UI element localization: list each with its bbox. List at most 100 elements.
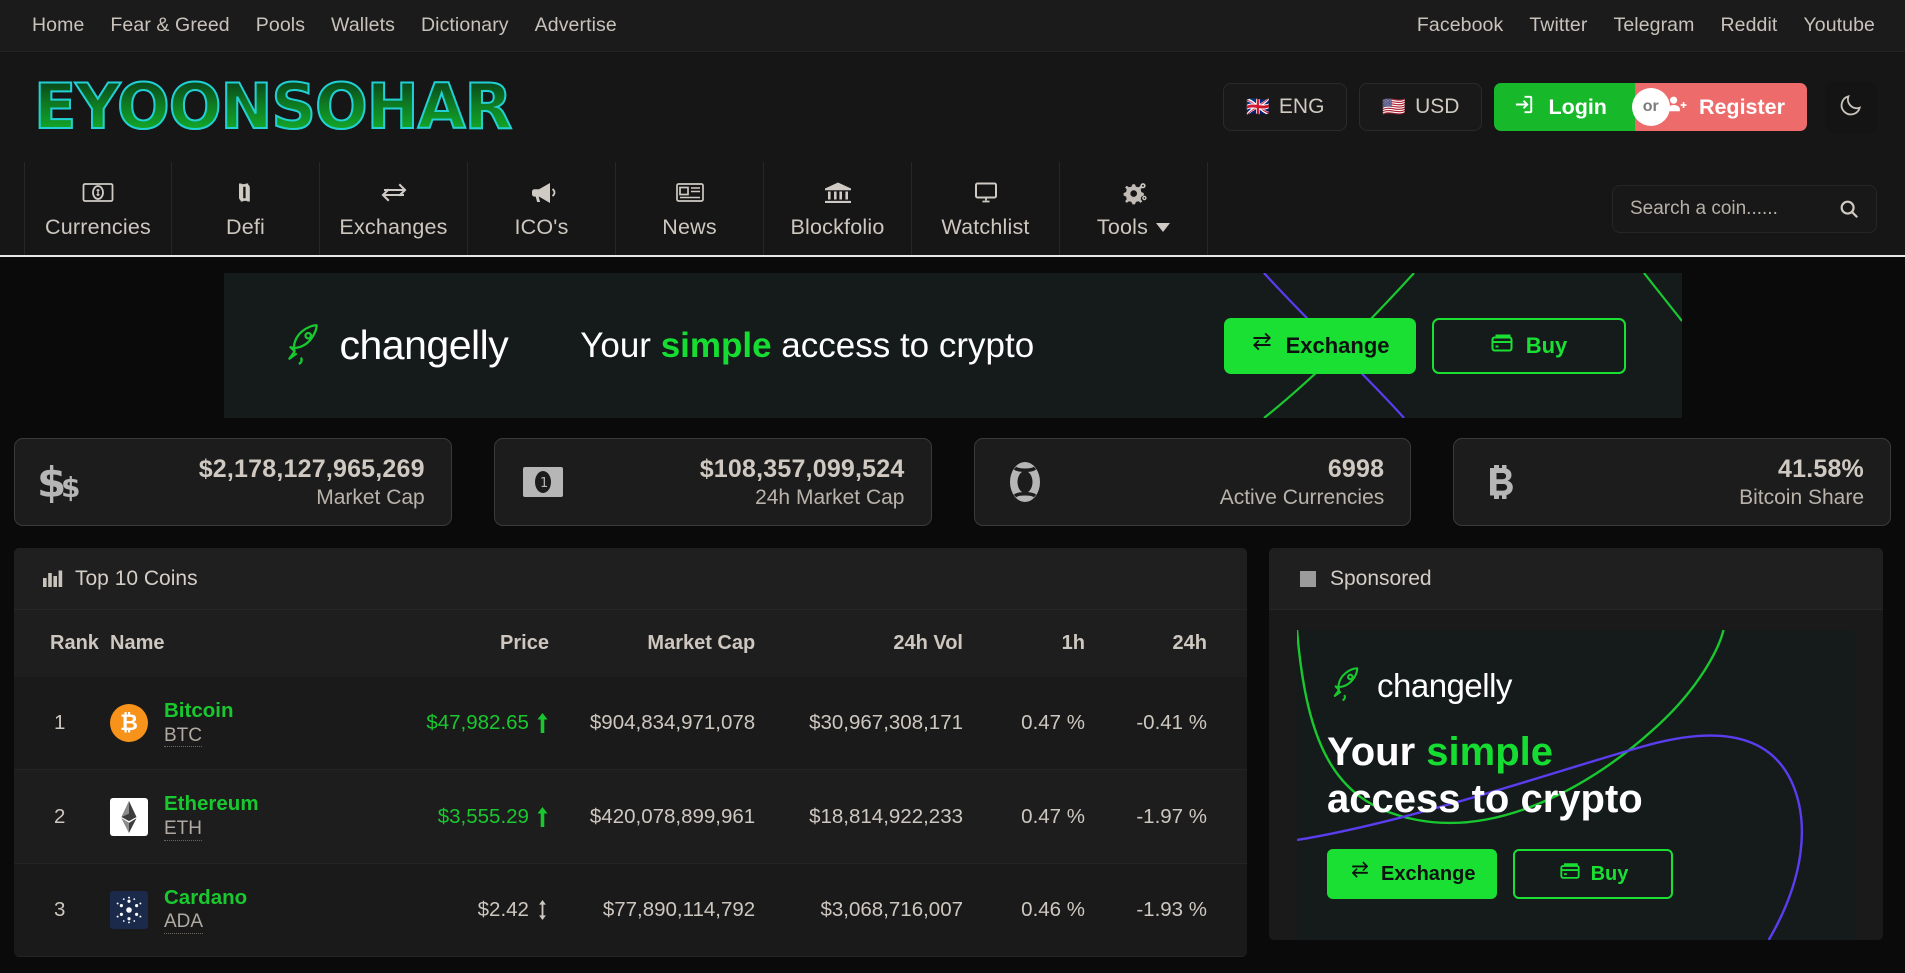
topbar-left-links: Home Fear & Greed Pools Wallets Dictiona… [24,14,630,37]
top-coins-header: Top 10 Coins [14,548,1247,610]
language-selector[interactable]: 🇬🇧 ENG [1223,83,1348,131]
us-flag-icon: 🇺🇸 [1382,96,1407,118]
coin-meta: Cardano ADA [164,886,247,935]
banner-buy-button[interactable]: Buy [1431,317,1626,374]
cell-name: ₿ Bitcoin BTC [110,677,410,771]
cell-24h-change: -0.41 % [1117,677,1247,771]
stat-card-active-currencies: 6998 Active Currencies [973,438,1412,526]
stat-card-market-cap: $ $ $2,178,127,965,269 Market Cap [14,438,452,526]
changelly-sponsored-ad[interactable]: changelly Your simple access to crypto E… [1297,630,1855,940]
top-coins-title: Top 10 Coins [75,566,198,590]
exchange-arrows-icon [1349,860,1371,888]
topbar-link-home[interactable]: Home [24,14,97,37]
cell-rank: 2 [14,769,110,864]
square-icon [1297,568,1319,590]
coin-cell: Cardano ADA [110,886,410,935]
table-row[interactable]: 3 Cardano ADA $2.42 $77,890,114,792 $3,0… [14,863,1247,958]
banner-exchange-button[interactable]: Exchange [1223,317,1416,374]
top-coins-table: Rank Name Price Market Cap 24h Vol 1h 24… [14,610,1247,958]
moon-icon [1838,92,1864,123]
sponsored-tagline-line1: Your simple [1327,729,1825,776]
nav-items: Currencies Defi Exchanges ICO's News Blo… [0,162,1208,255]
changelly-banner[interactable]: changelly Your simple access to crypto E… [223,273,1682,418]
price-value: $47,982.65 [426,711,529,735]
page-root: Home Fear & Greed Pools Wallets Dictiona… [0,0,1905,973]
coin-name[interactable]: Cardano [164,886,247,910]
col-header-24h-vol[interactable]: 24h Vol [787,610,997,677]
language-label: ENG [1278,95,1325,118]
nav-item-tools[interactable]: Tools [1060,162,1208,255]
nav-item-watchlist[interactable]: Watchlist [912,162,1060,255]
topbar-link-wallets[interactable]: Wallets [318,14,408,37]
cell-price: $47,982.65 [410,677,567,771]
social-link-reddit[interactable]: Reddit [1707,14,1790,37]
coin-name[interactable]: Bitcoin [164,699,233,723]
tagline-highlight: simple [660,325,772,365]
coin-meta: Bitcoin BTC [164,699,233,748]
rocket-icon [1327,664,1365,707]
social-link-telegram[interactable]: Telegram [1600,14,1707,37]
social-link-youtube[interactable]: Youtube [1790,14,1875,37]
table-row[interactable]: 1 ₿ Bitcoin BTC $47,982.65 $904,834,971,… [14,677,1247,771]
col-header-price[interactable]: Price [410,610,567,677]
coin-cell: ₿ Bitcoin BTC [110,699,410,748]
nav-label-icos: Exchanges [339,214,448,239]
dark-mode-toggle[interactable] [1825,81,1877,133]
nav-item-defi[interactable]: Defi [172,162,320,255]
sponsored-buy-label: Buy [1590,862,1629,885]
search-box[interactable] [1612,184,1905,233]
col-header-name[interactable]: Name [110,610,410,677]
nav-item-exchanges[interactable]: Exchanges [320,162,468,255]
chart-bar-icon [42,568,64,590]
main-navigation: Currencies Defi Exchanges ICO's News Blo… [0,162,1905,257]
coin-symbol: ADA [164,911,204,935]
life-ring-icon [997,457,1053,507]
social-link-twitter[interactable]: Twitter [1516,14,1600,37]
cell-market-cap: $420,078,899,961 [566,769,788,864]
table-row[interactable]: 2 Ethereum ETH $3,555.29 $420,078,899,96… [14,769,1247,864]
banner-area: changelly Your simple access to crypto E… [0,257,1905,426]
nav-label-currencies: Currencies [45,214,151,239]
stat-number-active-currencies: 6998 [1327,454,1385,483]
bitcoin-logo-icon: ₿ [110,704,148,743]
sponsored-title: Sponsored [1330,566,1432,590]
topbar-link-pools[interactable]: Pools [243,14,318,37]
nav-item-icos[interactable]: ICO's [468,162,616,255]
coin-symbol: BTC [164,724,202,748]
topbar-link-fear-greed[interactable]: Fear & Greed [97,14,242,37]
topbar-link-dictionary[interactable]: Dictionary [408,14,522,37]
exchange-arrows-icon [378,178,410,208]
site-logo[interactable]: EYOONSOHAR [26,75,513,139]
dollar-signs-icon: $ $ [37,457,93,507]
cell-market-cap: $77,890,114,792 [566,863,788,958]
site-header: EYOONSOHAR 🇬🇧 ENG 🇺🇸 USD Login or Regist… [0,52,1905,162]
col-header-market-cap[interactable]: Market Cap [566,610,788,677]
login-button[interactable]: Login [1494,83,1635,131]
price-value-wrap: $3,555.29 [438,805,549,829]
nav-label-blockfolio: Blockfolio [790,214,885,239]
sponsored-brand: changelly [1327,664,1825,707]
sponsored-buy-button[interactable]: Buy [1513,849,1674,900]
nav-label-exchanges: ICO's [514,214,569,239]
cell-24h-vol: $3,068,716,007 [787,863,997,958]
nav-item-news[interactable]: News [616,162,764,255]
social-link-facebook[interactable]: Facebook [1404,14,1516,37]
nav-item-currencies[interactable]: Currencies [24,162,172,255]
arrows-up-down-icon [536,900,549,921]
topbar-link-advertise[interactable]: Advertise [522,14,630,37]
cell-market-cap: $904,834,971,078 [566,677,788,771]
col-header-rank[interactable]: Rank [14,610,110,677]
search-icon[interactable] [1838,198,1860,220]
col-header-1h[interactable]: 1h [997,610,1117,677]
coin-name[interactable]: Ethereum [164,792,259,816]
price-value: $3,555.29 [437,804,529,828]
currency-label: USD [1415,95,1460,118]
ethereum-logo-icon [110,797,148,836]
cell-name: Cardano ADA [110,863,410,958]
col-header-24h[interactable]: 24h [1117,610,1247,677]
currency-selector[interactable]: 🇺🇸 USD [1359,83,1483,131]
search-input[interactable] [1613,197,1905,220]
svg-text:$: $ [61,471,80,504]
nav-item-blockfolio[interactable]: Blockfolio [764,162,912,255]
sponsored-exchange-button[interactable]: Exchange [1327,849,1498,900]
